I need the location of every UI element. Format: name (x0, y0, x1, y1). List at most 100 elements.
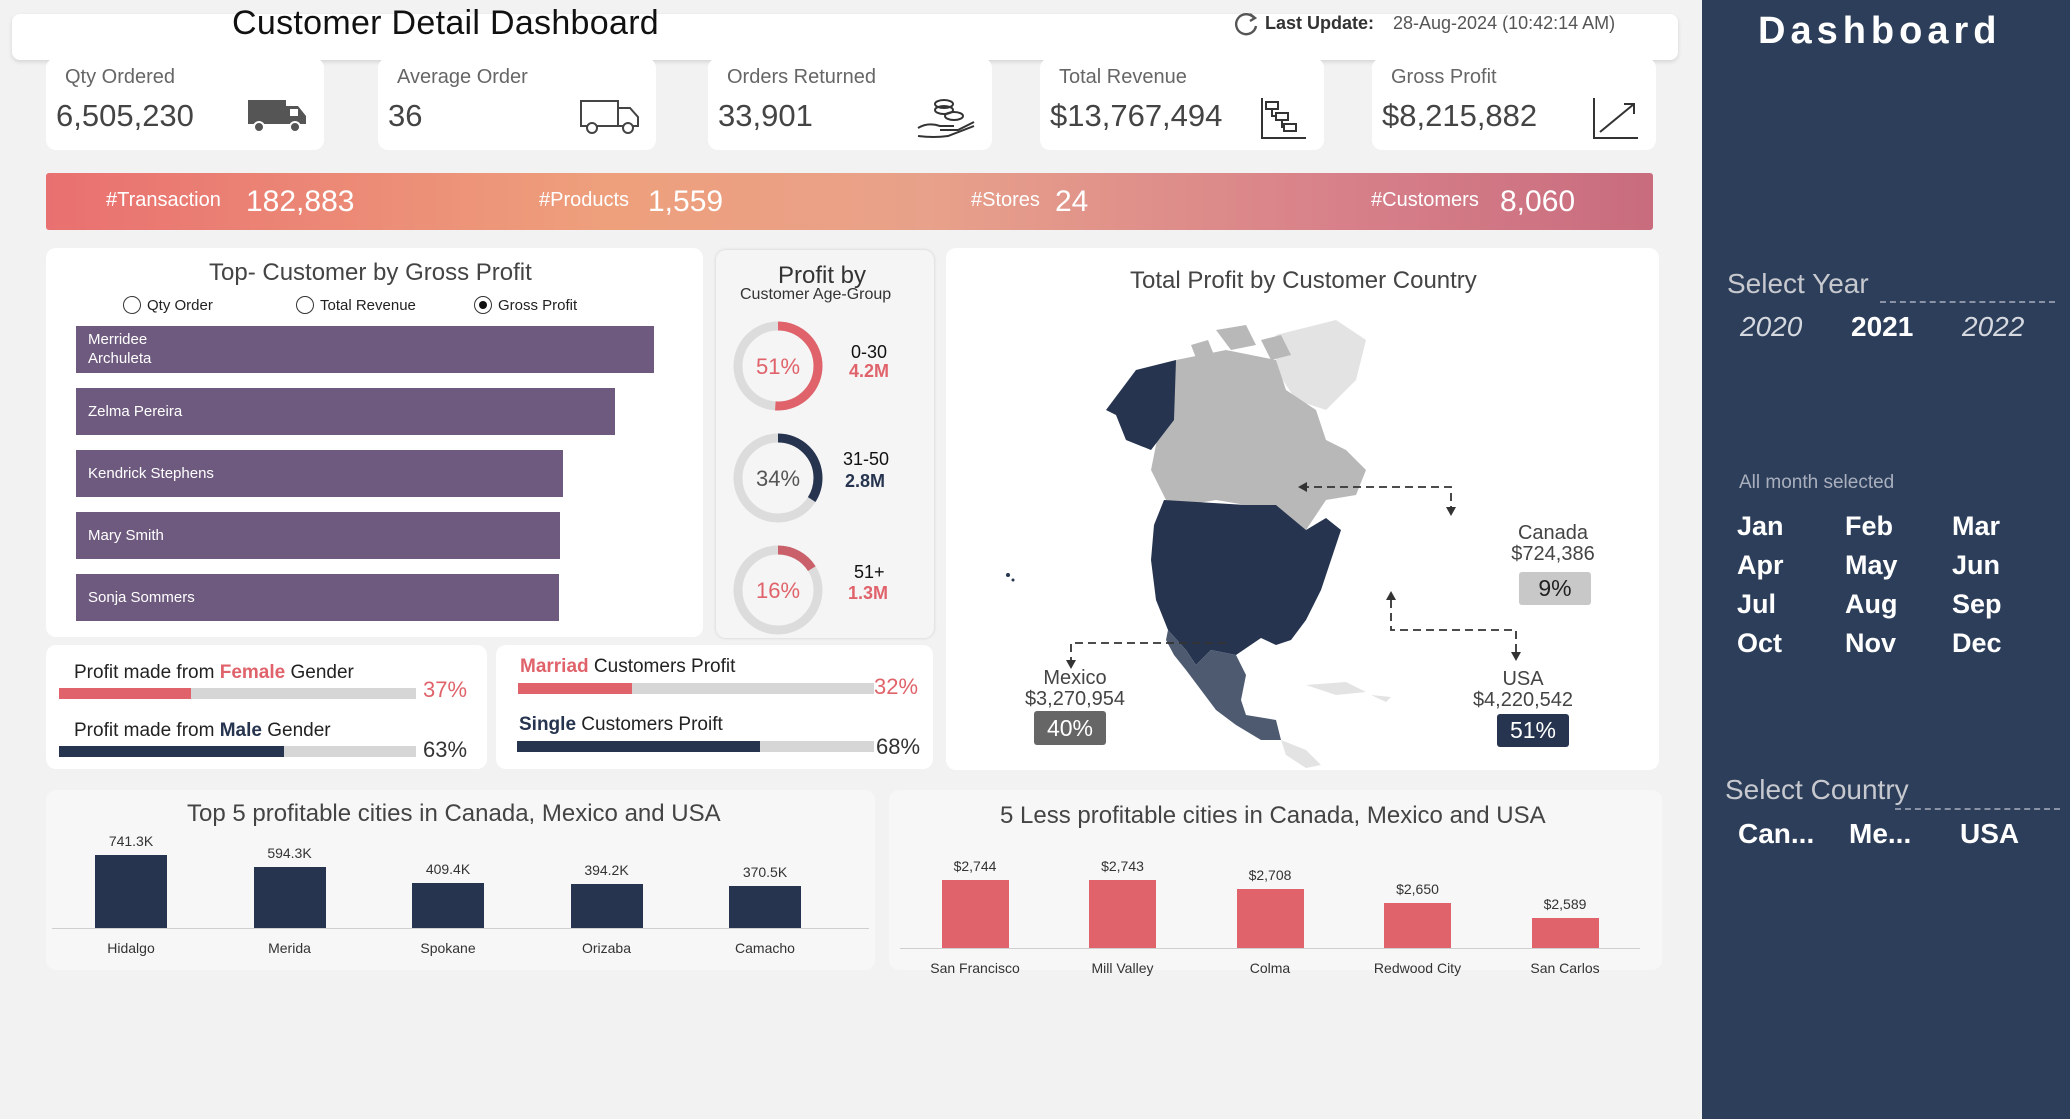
transaction-value: 182,883 (246, 185, 355, 218)
male-fill (59, 746, 284, 757)
bar-category-label: Camacho (735, 940, 795, 956)
age-range-31-50: 31-50 (843, 449, 890, 469)
month-nov[interactable]: Nov (1845, 628, 1896, 659)
female-suffix: Gender (285, 662, 354, 683)
year-2021[interactable]: 2021 (1851, 311, 1913, 343)
year-2022[interactable]: 2022 (1962, 311, 2024, 343)
mexico-pct-badge: 40% (1034, 711, 1106, 745)
refresh-icon[interactable] (1232, 10, 1260, 38)
canada-name: Canada (1517, 522, 1589, 544)
kpi-card-total-revenue: Total Revenue $13,767,494 (1040, 58, 1324, 150)
age-range-51-plus: 51+ (854, 562, 885, 582)
city-bar[interactable] (1384, 903, 1451, 948)
bar-category-label: Redwood City (1373, 960, 1462, 976)
radio-qty-order[interactable]: Qty Order (123, 296, 213, 314)
month-jul[interactable]: Jul (1737, 589, 1776, 620)
radio-total-revenue[interactable]: Total Revenue (296, 296, 416, 314)
bar-value-label: $2,650 (1396, 881, 1439, 898)
month-feb[interactable]: Feb (1845, 511, 1893, 542)
year-2020[interactable]: 2020 (1740, 311, 1802, 343)
radio-circle[interactable] (123, 296, 141, 314)
customer-name: Merridee Archuleta (88, 331, 152, 367)
country-canada[interactable]: Can... (1738, 818, 1814, 850)
city-bar[interactable] (253, 867, 326, 928)
female-text: Profit made from Female Gender (74, 662, 354, 684)
month-apr[interactable]: Apr (1737, 550, 1784, 581)
customers-label: #Customers (1371, 189, 1479, 211)
city-bar[interactable] (570, 884, 643, 928)
customers-value: 8,060 (1500, 185, 1576, 218)
kpi-card-qty-ordered: Qty Ordered 6,505,230 (46, 58, 324, 150)
customer-name: Sonja Sommers (88, 589, 195, 606)
kpi-label: Total Revenue (1059, 66, 1187, 88)
bar-value-label: 594.3K (267, 845, 312, 862)
bar-category-label: Colma (1249, 960, 1291, 976)
month-mar[interactable]: Mar (1952, 511, 2000, 542)
radio-circle[interactable] (296, 296, 314, 314)
city-bar[interactable] (1236, 888, 1304, 948)
month-may[interactable]: May (1845, 550, 1898, 581)
last-update-value: 28-Aug-2024 (10:42:14 AM) (1393, 13, 1616, 33)
customer-name: Zelma Pereira (88, 403, 183, 420)
radio-gross-profit[interactable]: Gross Profit (474, 296, 577, 314)
customer-bar[interactable]: Sonja Sommers (76, 574, 560, 621)
city-bar[interactable] (412, 882, 484, 928)
country-usa[interactable]: USA (1960, 818, 2019, 850)
month-sep[interactable]: Sep (1952, 589, 2002, 620)
city-bar[interactable] (1089, 880, 1156, 948)
bar-value-label: 370.5K (742, 864, 788, 881)
kpi-label: Average Order (397, 66, 528, 88)
country-mexico[interactable]: Me... (1849, 818, 1911, 850)
bar-category-label: Merida (268, 940, 311, 956)
customer-bar[interactable]: Mary Smith (76, 512, 561, 559)
city-bar[interactable] (1531, 918, 1599, 948)
kpi-value: 36 (388, 98, 423, 133)
flow-chart-icon (1261, 98, 1306, 139)
sidebar-title: Dashboard (1758, 10, 2002, 52)
customer-bar[interactable]: Merridee Archuleta (76, 326, 654, 373)
radio-circle-selected[interactable] (474, 296, 492, 314)
month-jun[interactable]: Jun (1952, 550, 2000, 581)
kpi-label: Orders Returned (727, 66, 876, 88)
married-track (518, 683, 874, 694)
male-word: Male (219, 720, 262, 741)
customer-name: Mary Smith (88, 527, 164, 544)
bar-value-label: $2,744 (953, 858, 997, 874)
transaction-label: #Transaction (106, 189, 221, 211)
customer-bar[interactable]: Kendrick Stephens (76, 450, 563, 497)
radio-label: Gross Profit (498, 296, 578, 314)
kpi-value: 33,901 (718, 98, 813, 133)
bar-value-label: 741.3K (108, 833, 154, 849)
delivery-van-icon (580, 100, 639, 134)
married-word: Marriad (520, 656, 589, 677)
customer-bar[interactable]: Zelma Pereira (76, 388, 615, 435)
bar-category-label: San Francisco (930, 960, 1020, 976)
central-america-shape (1281, 740, 1321, 768)
x-axis-line (900, 948, 1640, 949)
male-pct: 63% (423, 737, 468, 762)
female-word: Female (219, 662, 286, 683)
city-bar[interactable] (941, 880, 1009, 948)
month-oct[interactable]: Oct (1737, 628, 1782, 659)
last-update-label: Last Update: (1265, 13, 1375, 33)
bar-category-label: Mill Valley (1091, 960, 1154, 976)
x-axis-line (52, 928, 869, 929)
summary-banner: #Transaction 182,883 #Products 1,559 #St… (46, 173, 1653, 230)
single-track (517, 741, 874, 752)
bar-value-label: 394.2K (584, 862, 629, 879)
city-bar[interactable] (95, 855, 167, 928)
married-text: Marriad Customers Profit (520, 656, 735, 678)
female-fill (59, 688, 192, 699)
city-bar[interactable] (729, 886, 801, 928)
usa-pct-badge: 51% (1497, 714, 1569, 747)
month-jan[interactable]: Jan (1737, 511, 1784, 542)
month-aug[interactable]: Aug (1845, 589, 1897, 620)
donut-pct-label: 16% (756, 578, 800, 603)
month-dec[interactable]: Dec (1952, 628, 2002, 659)
month-status: All month selected (1739, 472, 1895, 493)
products-label: #Products (539, 189, 630, 211)
stores-value: 24 (1055, 185, 1089, 218)
donut-pct-label: 34% (756, 466, 800, 491)
married-fill (518, 683, 632, 694)
age-value-51-plus: 1.3M (848, 583, 889, 603)
